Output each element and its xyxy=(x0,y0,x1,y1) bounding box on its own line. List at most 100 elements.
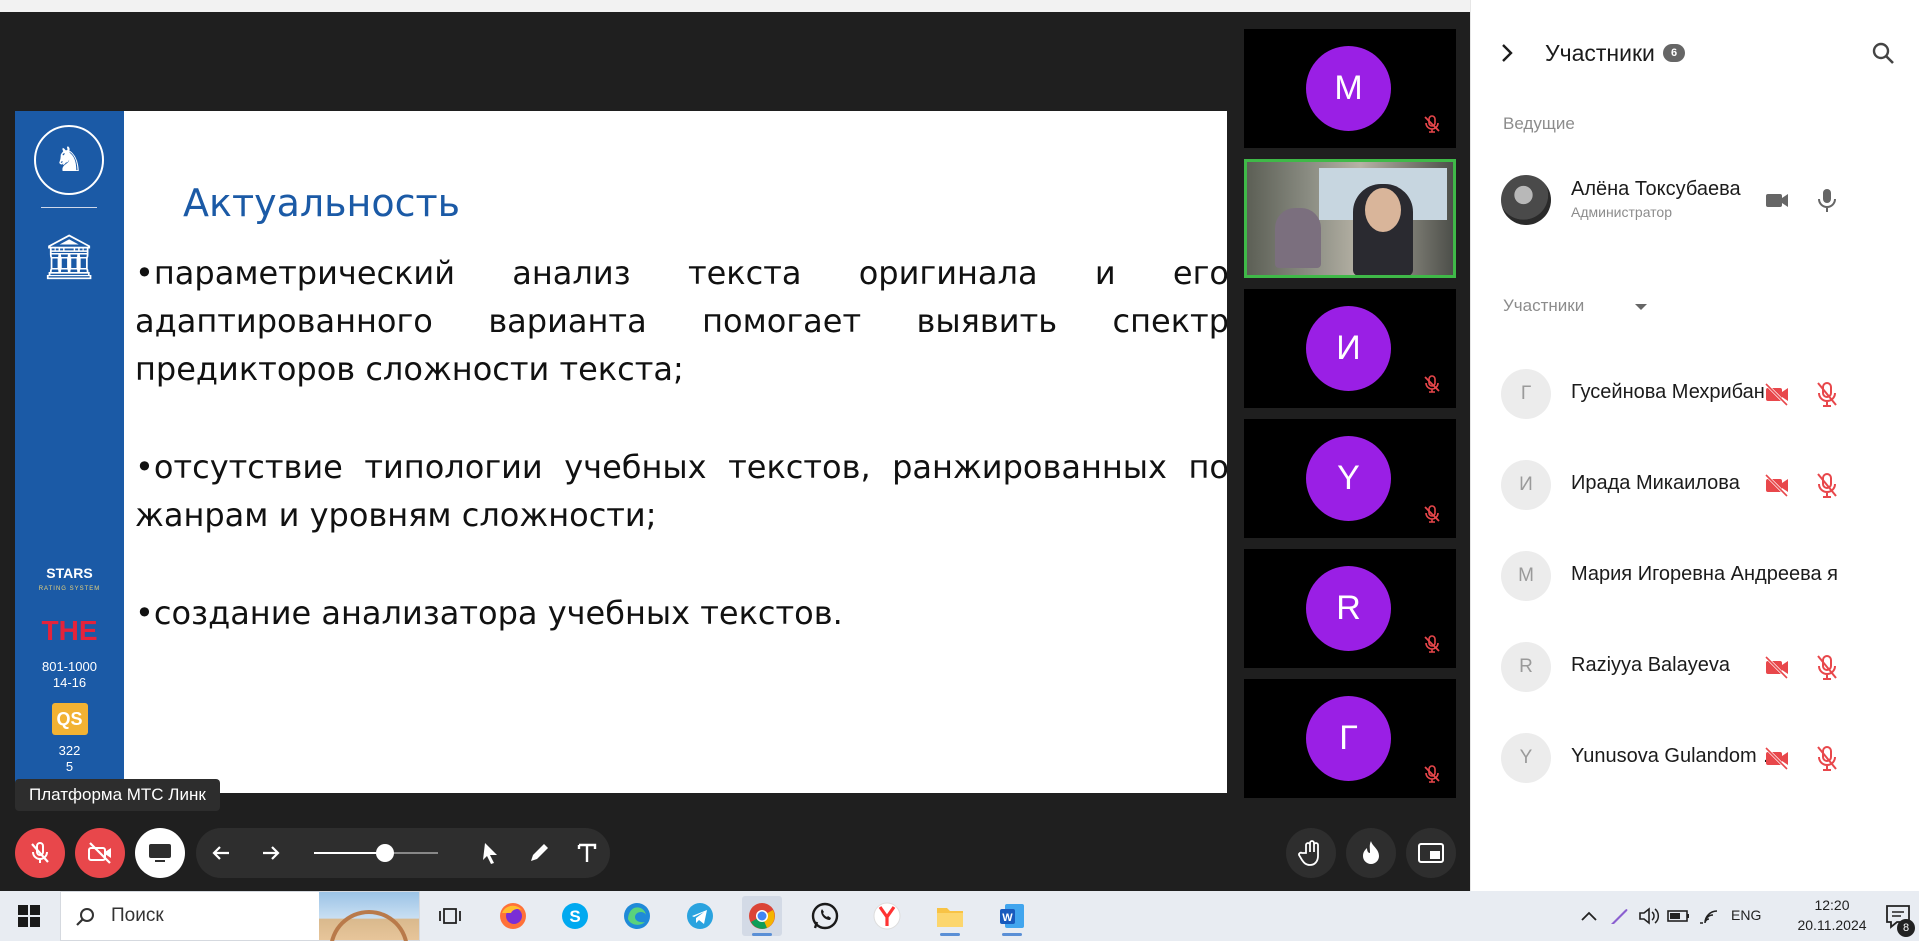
yandex-browser-app[interactable] xyxy=(867,896,907,936)
stars-title: STARS xyxy=(46,565,93,581)
mic-off-icon xyxy=(31,842,49,863)
skype-app[interactable]: S xyxy=(555,896,595,936)
host-role: Администратор xyxy=(1571,204,1673,220)
temple-logo: 🏛 xyxy=(41,233,97,282)
participant-row[interactable]: М Мария Игоревна Андреева я xyxy=(1471,545,1919,605)
skype-icon: S xyxy=(562,903,588,929)
volume-button[interactable] xyxy=(1637,904,1661,928)
participant-tile[interactable]: И xyxy=(1244,289,1456,408)
chrome-app[interactable] xyxy=(742,896,782,936)
reaction-button[interactable] xyxy=(1346,828,1396,878)
caret-down-icon xyxy=(1635,304,1647,310)
keyboard-language[interactable]: ENG xyxy=(1731,907,1761,923)
camera-toggle-button[interactable] xyxy=(75,828,125,878)
tile-avatar: R xyxy=(1306,566,1391,651)
participant-row[interactable]: Y Yunusova Gulandom Rustamovna xyxy=(1471,727,1919,787)
tile-avatar: Г xyxy=(1306,696,1391,781)
edge-app[interactable] xyxy=(617,896,657,936)
clock-time[interactable]: 12:20 xyxy=(1797,897,1867,913)
mic-icon[interactable] xyxy=(1814,186,1840,214)
participant-row[interactable]: И Ирада Микаилова xyxy=(1471,454,1919,514)
slide-sidebar: ♞ 🏛 STARS RATING SYSTEM THE 801-1000 14-… xyxy=(15,111,124,793)
svg-text:W: W xyxy=(1002,912,1013,924)
windows-start-icon[interactable] xyxy=(18,905,40,927)
chevron-right-icon[interactable] xyxy=(1497,42,1517,64)
tile-avatar: Y xyxy=(1306,436,1391,521)
picture-in-picture-icon xyxy=(1418,843,1444,863)
camera-off-icon[interactable] xyxy=(1763,381,1791,407)
pointer-tool-button[interactable] xyxy=(478,840,504,866)
participant-tile[interactable]: R xyxy=(1244,549,1456,668)
pen-tool-button[interactable] xyxy=(526,840,552,866)
mic-off-icon xyxy=(1424,115,1440,133)
host-row[interactable]: Алёна Токсубаева Администратор xyxy=(1471,170,1919,230)
participant-name: Мария Игоревна Андреева я xyxy=(1571,563,1838,585)
participant-name: Гусейнова Мехрибан xyxy=(1571,381,1765,403)
slide-title: Актуальность xyxy=(183,181,461,225)
pen-tray-button[interactable] xyxy=(1607,904,1631,928)
task-view-icon xyxy=(439,908,461,924)
mic-off-icon[interactable] xyxy=(1814,744,1840,772)
panel-header: Участники 6 xyxy=(1471,28,1919,78)
sidebar-divider xyxy=(41,207,97,208)
conference-stage: ♞ 🏛 STARS RATING SYSTEM THE 801-1000 14-… xyxy=(0,0,1470,891)
participant-row[interactable]: R Raziyya Balayeva xyxy=(1471,636,1919,696)
participant-name: Ирада Микаилова xyxy=(1571,472,1740,494)
mic-off-icon[interactable] xyxy=(1814,380,1840,408)
wifi-button[interactable] xyxy=(1697,904,1721,928)
camera-off-icon[interactable] xyxy=(1763,745,1791,771)
qs-rank-line-1: 322 xyxy=(58,743,81,758)
avatar xyxy=(1501,175,1551,225)
avatar: R xyxy=(1501,642,1551,692)
firefox-app[interactable] xyxy=(493,896,533,936)
mic-toggle-button[interactable] xyxy=(15,828,65,878)
text-tool-button[interactable] xyxy=(574,840,600,866)
zoom-slider-knob[interactable] xyxy=(375,844,394,862)
stars-rating-badge: STARS RATING SYSTEM xyxy=(15,563,124,599)
tray-overflow-button[interactable] xyxy=(1577,904,1601,928)
arrow-left-button[interactable] xyxy=(208,840,234,866)
participant-tile[interactable]: Г xyxy=(1244,679,1456,798)
camera-off-icon[interactable] xyxy=(1763,654,1791,680)
battery-button[interactable] xyxy=(1667,904,1691,928)
participant-tile[interactable]: Y xyxy=(1244,419,1456,538)
clock-date[interactable]: 20.11.2024 xyxy=(1789,917,1875,933)
layout-button[interactable] xyxy=(1406,828,1456,878)
arrow-left-icon xyxy=(212,846,229,860)
edge-icon xyxy=(624,903,650,929)
mic-off-icon xyxy=(1424,635,1440,653)
flame-icon xyxy=(1363,841,1379,864)
feather-pen-icon xyxy=(1611,909,1628,924)
participant-tile[interactable]: М xyxy=(1244,29,1456,148)
screen-share-button[interactable] xyxy=(135,828,185,878)
the-rank-line-1: 801-1000 xyxy=(42,659,97,674)
participants-section-label[interactable]: Участники xyxy=(1503,296,1647,316)
qs-logo-text: QS xyxy=(51,703,88,735)
search-icon[interactable] xyxy=(1870,40,1896,66)
task-view-app[interactable] xyxy=(430,896,470,936)
camera-off-icon[interactable] xyxy=(1763,472,1791,498)
participant-row[interactable]: Г Гусейнова Мехрибан xyxy=(1471,363,1919,423)
qs-rank-line-2: 5 xyxy=(65,759,74,774)
search-icon xyxy=(76,908,94,926)
hosts-section-label: Ведущие xyxy=(1503,114,1575,133)
speaker-icon xyxy=(1639,907,1660,925)
host-name: Алёна Токсубаева xyxy=(1571,178,1741,200)
raise-hand-button[interactable] xyxy=(1286,828,1336,878)
windows-taskbar: Поиск S W ENG 12:20 20.11.2024 8 xyxy=(0,891,1919,941)
file-explorer-app[interactable] xyxy=(930,896,970,936)
text-icon xyxy=(577,843,597,862)
mic-off-icon xyxy=(1424,765,1440,783)
camera-icon[interactable] xyxy=(1763,187,1791,213)
slide-bullet: •создание анализатора учебных текстов. xyxy=(135,594,843,632)
taskbar-search-box[interactable]: Поиск xyxy=(60,891,420,941)
arrow-right-button[interactable] xyxy=(258,840,284,866)
telegram-app[interactable] xyxy=(680,896,720,936)
mic-off-icon[interactable] xyxy=(1814,653,1840,681)
whatsapp-icon xyxy=(811,902,839,930)
word-app[interactable]: W xyxy=(992,896,1032,936)
telegram-icon xyxy=(687,903,713,929)
whatsapp-app[interactable] xyxy=(805,896,845,936)
participant-video-tile[interactable] xyxy=(1244,159,1456,278)
mic-off-icon[interactable] xyxy=(1814,471,1840,499)
